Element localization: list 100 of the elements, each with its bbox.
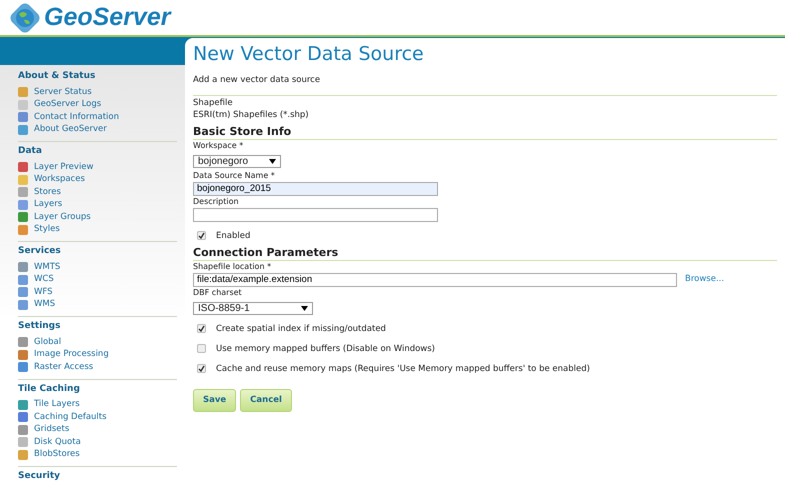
square-icon [18, 424, 28, 435]
page-title: New Vector Data Source [193, 42, 425, 66]
sidebar-link[interactable]: Stores [18, 186, 177, 198]
square-icon [18, 400, 28, 410]
store-type-name: Shapefile [193, 96, 234, 109]
section-heading: Connection Parameters [193, 246, 777, 261]
text-field[interactable]: bojonegoro_2015 [193, 182, 438, 196]
sidebar-link[interactable]: WCS [18, 274, 177, 286]
field-label: Workspace * [193, 140, 244, 151]
square-icon [18, 274, 28, 285]
link-label: Layer Groups [34, 210, 91, 224]
link-label: About GeoServer [34, 123, 107, 136]
sidebar-link[interactable]: Disk Quota [18, 436, 177, 448]
form-button[interactable]: Save [193, 388, 236, 412]
field-label: Description [193, 196, 240, 207]
logo-text[interactable]: GeoServer [44, 5, 170, 30]
sidebar-link[interactable]: Layer Groups [18, 211, 177, 224]
field-label: Data Source Name * [193, 170, 276, 181]
link-label: WFS [34, 286, 53, 299]
square-icon [18, 174, 28, 185]
section-heading: About & Status [18, 71, 96, 82]
square-icon [18, 450, 28, 460]
sidebar-link[interactable]: Gridsets [18, 424, 177, 436]
section-heading: Data [18, 146, 43, 157]
sidebar-link[interactable]: Workspaces [18, 174, 177, 186]
sidebar-link[interactable]: About GeoServer [18, 124, 177, 136]
sidebar-link[interactable]: Image Processing [18, 348, 177, 361]
sidebar-link[interactable]: Layer Preview [18, 161, 177, 174]
link-label: Layer Preview [34, 160, 94, 174]
sidebar-link[interactable]: Styles [18, 224, 177, 236]
sidebar-link[interactable]: Contact Information [18, 111, 177, 124]
caret-icon[interactable] [269, 158, 276, 164]
text-field[interactable] [193, 208, 438, 222]
link-label: Layers [34, 198, 62, 212]
square-icon [18, 337, 28, 348]
link-label: Stores [34, 186, 61, 199]
square-icon [18, 224, 28, 235]
section-heading: Services [18, 246, 62, 257]
checkbox-label: Cache and reuse memory maps (Requires 'Use Memory mapped buffers' to be enabled) [216, 362, 590, 375]
page-description: Add a new vector data source [193, 74, 777, 96]
square-icon [18, 162, 28, 172]
section-heading: Security [18, 471, 62, 482]
link-label: Server Status [34, 86, 92, 99]
dropdown[interactable]: ISO-8859-1 [193, 302, 313, 315]
link-label: BlobStores [34, 448, 80, 462]
link-label: Workspaces [34, 173, 85, 186]
link-label: WMTS [34, 260, 60, 274]
field-label: DBF charset [193, 288, 243, 298]
form-button[interactable]: Cancel [240, 388, 292, 412]
square-icon [18, 212, 28, 222]
square-icon [18, 87, 28, 98]
section-heading: Basic Store Info [193, 124, 777, 140]
store-type-description: ESRI(tm) Shapefiles (*.shp) [193, 108, 310, 121]
square-icon [18, 200, 28, 210]
link-label: WCS [34, 273, 54, 286]
link-label: Raster Access [34, 360, 94, 374]
dropdown[interactable]: bojonegoro [193, 154, 281, 168]
browse-link[interactable]: Browse... [685, 273, 724, 286]
checkbox[interactable] [197, 344, 206, 354]
square-icon [18, 437, 28, 448]
sidebar-link[interactable]: GeoServer Logs [18, 98, 177, 111]
sidebar-link[interactable]: WFS [18, 286, 177, 298]
square-icon [18, 362, 28, 372]
link-label: Disk Quota [34, 436, 81, 449]
square-icon [18, 412, 28, 422]
link-label: GeoServer Logs [34, 98, 102, 112]
sidebar-link[interactable]: Caching Defaults [18, 411, 177, 424]
section-heading: Tile Caching [18, 384, 81, 394]
square-icon [18, 187, 28, 198]
sidebar-link[interactable]: WMTS [18, 261, 177, 274]
sidebar-link[interactable]: BlobStores [18, 448, 177, 461]
sidebar-link[interactable]: Global [18, 336, 177, 348]
text-field[interactable]: file:data/example.extension [193, 272, 677, 287]
sidebar-link[interactable]: Tile Layers [18, 398, 177, 411]
sidebar-link[interactable]: Server Status [18, 86, 177, 98]
link-label: Caching Defaults [34, 410, 107, 424]
checkbox[interactable] [197, 324, 206, 334]
link-label: Gridsets [34, 423, 70, 436]
checkbox[interactable] [197, 231, 206, 240]
link-label: Image Processing [34, 348, 109, 362]
field-label: Shapefile location * [193, 262, 272, 272]
square-icon [18, 350, 28, 360]
link-label: WMS [34, 298, 56, 312]
sidebar-link[interactable]: Raster Access [18, 361, 177, 374]
link-label: Contact Information [34, 110, 119, 124]
square-icon [18, 300, 28, 310]
sidebar-link[interactable]: WMS [18, 298, 177, 311]
sidebar-link[interactable]: Layers [18, 198, 177, 211]
checkbox-label: Enabled [216, 230, 250, 242]
checkbox[interactable] [197, 364, 206, 374]
link-label: Styles [34, 223, 60, 236]
checkbox-label: Use memory mapped buffers (Disable on Windows) [216, 342, 435, 355]
square-icon [18, 262, 28, 272]
square-icon [18, 112, 28, 122]
square-icon [18, 287, 28, 298]
square-icon [18, 124, 28, 135]
section-heading: Settings [18, 321, 62, 332]
checkbox-label: Create spatial index if missing/outdated [216, 322, 386, 335]
caret-icon[interactable] [301, 306, 308, 311]
link-label: Global [34, 336, 62, 349]
